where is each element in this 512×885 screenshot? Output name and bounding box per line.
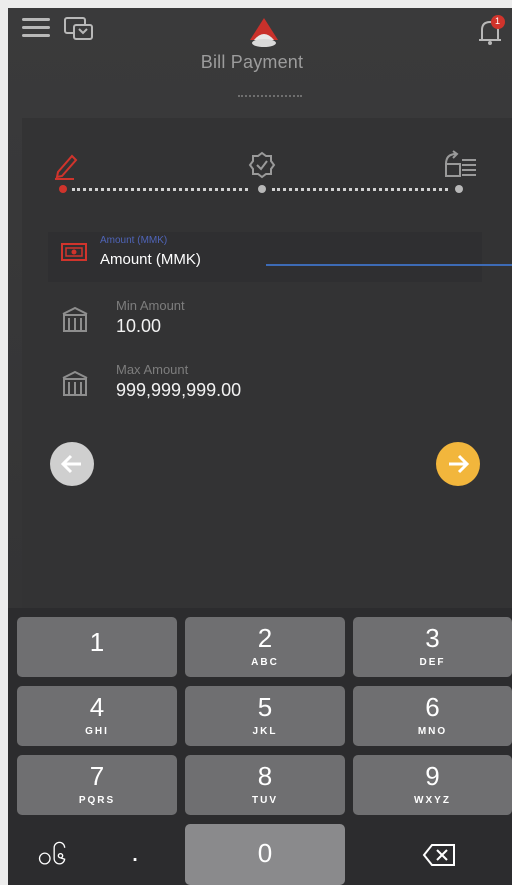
key-decimal[interactable]: . xyxy=(120,836,150,868)
key-6[interactable]: 6 MNO xyxy=(353,686,512,746)
max-amount-label: Max Amount xyxy=(116,362,189,377)
notification-bell-icon[interactable]: 1 xyxy=(474,14,508,48)
bill-payment-card xyxy=(22,118,512,608)
edit-pencil-icon xyxy=(52,150,80,185)
title-underline xyxy=(238,95,302,99)
key-8[interactable]: 8 TUV xyxy=(185,755,345,815)
cash-icon xyxy=(60,240,88,264)
backspace-icon[interactable] xyxy=(420,842,460,868)
key-symbol[interactable]: ၀၆ xyxy=(22,838,82,877)
amount-field-underline xyxy=(266,264,512,266)
bank-building-icon xyxy=(60,368,90,398)
next-button[interactable] xyxy=(436,442,480,486)
min-amount-value: 10.00 xyxy=(116,316,162,336)
page-title: Bill Payment xyxy=(200,52,304,72)
min-amount-label: Min Amount xyxy=(116,298,185,313)
step-connector-2 xyxy=(272,188,448,191)
key-2[interactable]: 2 ABC xyxy=(185,617,345,677)
screen-left-edge xyxy=(0,0,8,885)
arrow-left-icon xyxy=(60,454,81,474)
amount-placeholder[interactable]: Amount (MMK) xyxy=(100,251,201,268)
key-0[interactable]: 0 xyxy=(185,824,345,885)
key-5[interactable]: 5 JKL xyxy=(185,686,345,746)
receipt-list-icon xyxy=(442,150,478,185)
max-amount-value: 999,999,999.00 xyxy=(116,380,242,400)
arrow-right-icon xyxy=(449,454,470,474)
step-indicator-3 xyxy=(455,185,463,193)
back-button[interactable] xyxy=(50,442,94,486)
verified-badge-icon xyxy=(248,151,276,184)
bank-logo-icon xyxy=(246,12,282,52)
notification-badge: 1 xyxy=(495,16,501,26)
step-indicator-1 xyxy=(59,185,67,193)
currency-exchange-icon[interactable] xyxy=(62,14,96,44)
amount-floating-label: Amount (MMK) xyxy=(100,235,168,246)
key-1[interactable]: 1 xyxy=(17,617,177,677)
bank-building-icon xyxy=(60,304,90,334)
screen-top-edge xyxy=(0,0,512,8)
step-indicator-2 xyxy=(258,185,266,193)
key-7[interactable]: 7 PQRS xyxy=(17,755,177,815)
step-connector-1 xyxy=(72,188,248,191)
key-4[interactable]: 4 GHI xyxy=(17,686,177,746)
hamburger-menu-icon[interactable] xyxy=(22,18,50,40)
key-3[interactable]: 3 DEF xyxy=(353,617,512,677)
key-9[interactable]: 9 WXYZ xyxy=(353,755,512,815)
